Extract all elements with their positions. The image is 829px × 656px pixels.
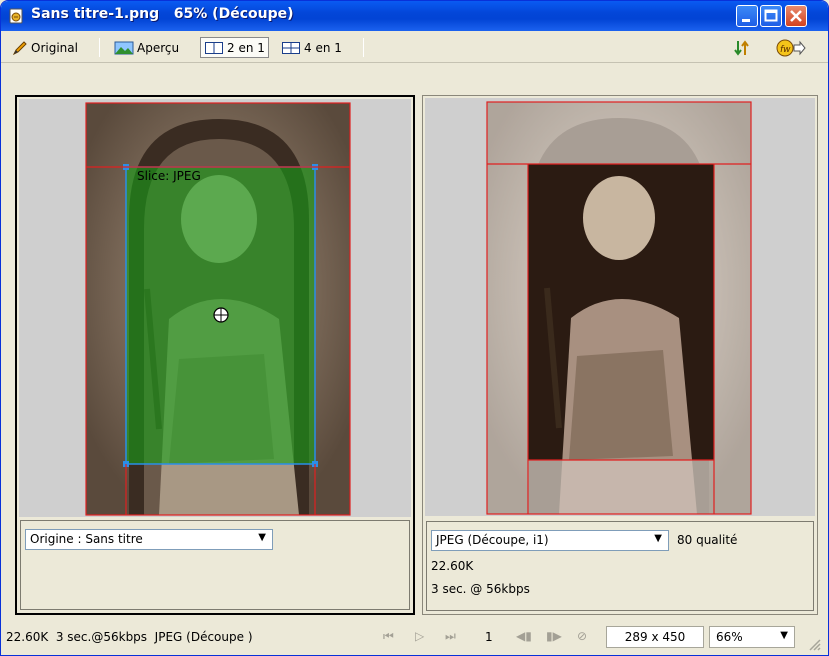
original-tab[interactable]: Original (9, 37, 81, 58)
previous-frame-icon[interactable]: ◀▮ (516, 629, 532, 643)
zoom-value: 66% (716, 630, 743, 644)
two-up-tab[interactable]: 2 en 1 (200, 37, 269, 58)
original-label: Original (31, 40, 78, 55)
toolbar: Original Aperçu 2 en 1 4 en 1 fw (1, 31, 828, 63)
four-up-tab[interactable]: 4 en 1 (278, 37, 345, 58)
statue-optimized-image (486, 101, 752, 515)
slice-label: Slice: JPEG (137, 169, 201, 183)
close-button[interactable] (785, 5, 807, 27)
original-canvas[interactable]: Slice: JPEG (19, 99, 411, 517)
format-select[interactable]: JPEG (Découpe, i1) ▼ (431, 530, 669, 551)
optimized-info-panel: JPEG (Découpe, i1) ▼ 80 qualité 22.60K 3… (426, 521, 814, 611)
sort-arrows-icon (734, 39, 749, 56)
status-bar: 22.60K 3 sec.@56kbps JPEG (Découpe ) ⏮ ▷… (1, 621, 828, 655)
stop-icon[interactable]: ⊘ (577, 629, 587, 643)
document-window: Sans titre-1.png 65% (Découpe) Original (0, 0, 829, 656)
next-frame-icon[interactable]: ▮▶ (546, 629, 562, 643)
last-frame-icon[interactable]: ⏭ (445, 629, 456, 644)
close-icon (790, 10, 802, 22)
preview-label: Aperçu (137, 40, 180, 55)
origin-select[interactable]: Origine : Sans titre ▼ (25, 529, 273, 550)
four-up-label: 4 en 1 (304, 40, 342, 55)
statue-image (85, 102, 351, 516)
toolbar-separator (99, 38, 100, 57)
zoom-select[interactable]: 66% ▼ (709, 626, 795, 648)
image-dimensions: 289 x 450 (624, 630, 686, 644)
format-select-value: JPEG (Découpe, i1) (436, 533, 549, 547)
svg-text:fw: fw (780, 45, 791, 55)
first-frame-icon[interactable]: ⏮ (383, 629, 394, 644)
toolbar-separator (363, 38, 364, 57)
chevron-down-icon: ▼ (654, 533, 662, 544)
two-up-icon (205, 41, 223, 54)
maximize-button[interactable] (760, 5, 782, 27)
pencil-icon (12, 40, 27, 55)
download-time: 3 sec. @ 56kbps (431, 582, 530, 596)
minimize-button[interactable] (736, 5, 758, 27)
file-size: 22.60K (431, 559, 474, 573)
optimized-preview-pane[interactable]: JPEG (Découpe, i1) ▼ 80 qualité 22.60K 3… (422, 95, 818, 615)
original-preview-pane[interactable]: Slice: JPEG Origine : Sans titre ▼ (15, 95, 415, 615)
fireworks-export-icon: fw (776, 39, 806, 56)
frame-number: 1 (485, 630, 493, 644)
dimensions-box: 289 x 450 (606, 626, 704, 648)
export-button[interactable]: fw (773, 37, 809, 58)
optimized-canvas[interactable] (425, 98, 815, 516)
maximize-icon (764, 9, 778, 22)
fireworks-document-icon (9, 8, 23, 24)
preview-tab[interactable]: Aperçu (111, 37, 182, 58)
play-icon[interactable]: ▷ (415, 629, 424, 643)
chevron-down-icon: ▼ (780, 630, 788, 641)
minimize-icon (742, 19, 750, 22)
status-summary: 22.60K 3 sec.@56kbps JPEG (Découpe ) (6, 630, 253, 644)
title-bar[interactable]: Sans titre-1.png 65% (Découpe) (1, 1, 828, 31)
original-info-panel: Origine : Sans titre ▼ (20, 520, 410, 610)
four-up-icon (282, 41, 300, 54)
sort-button[interactable] (730, 37, 754, 58)
quality-value: 80 qualité (677, 533, 738, 547)
landscape-preview-icon (114, 41, 134, 54)
chevron-down-icon: ▼ (258, 532, 266, 543)
resize-grip-icon[interactable] (807, 637, 821, 651)
origin-select-value: Origine : Sans titre (30, 532, 143, 546)
window-title: Sans titre-1.png 65% (Découpe) (31, 6, 294, 22)
two-up-label: 2 en 1 (227, 40, 265, 55)
